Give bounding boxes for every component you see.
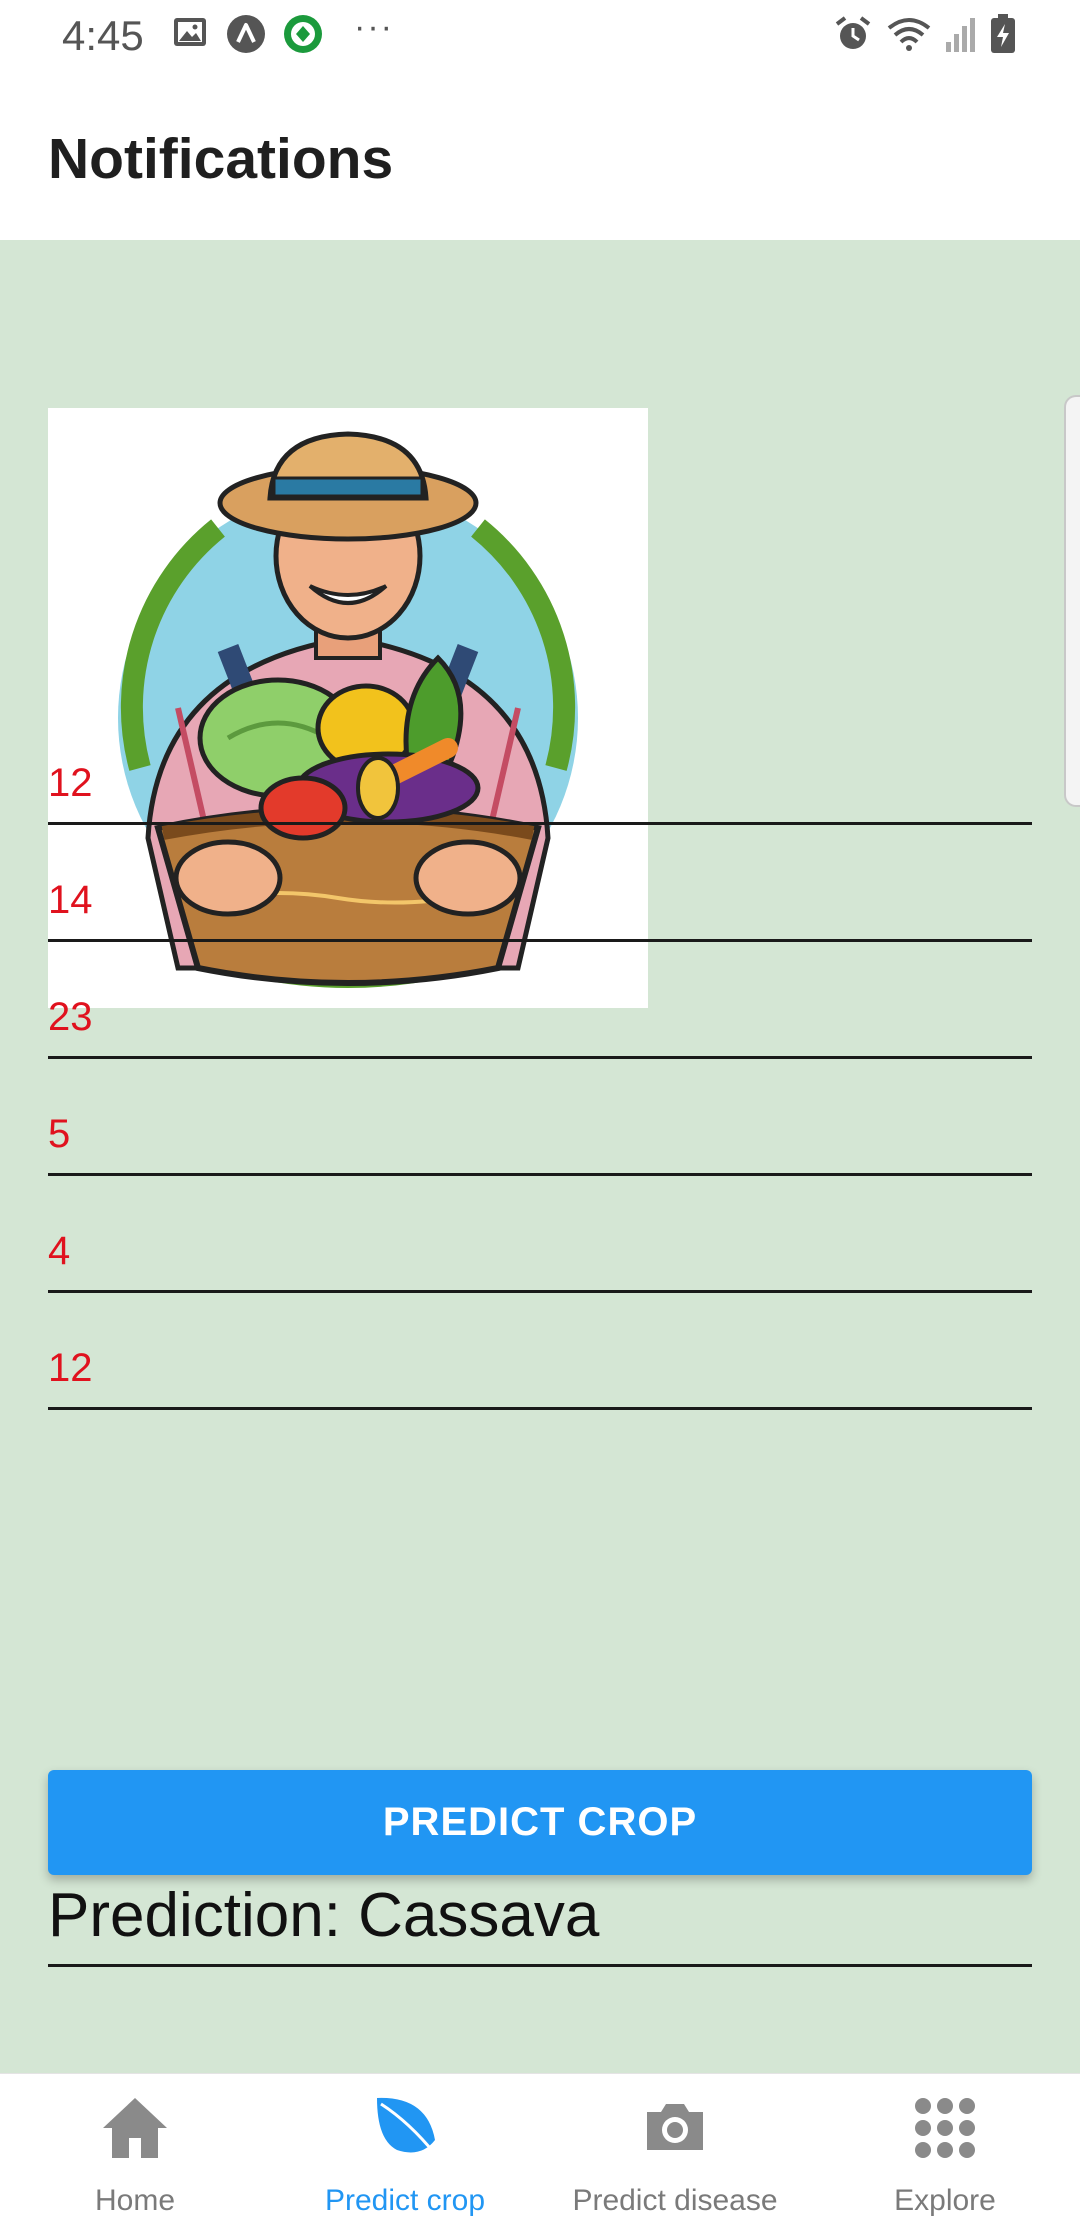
input-field-5[interactable]	[48, 1176, 1032, 1293]
prediction-text: Prediction: Cassava	[48, 1881, 600, 1950]
green-app-icon	[284, 15, 322, 53]
nav-item-predict-crop[interactable]: Predict crop	[270, 2074, 540, 2221]
gallery-icon	[174, 18, 206, 46]
battery-charging-icon	[991, 14, 1015, 53]
nav-label-home: Home	[94, 2184, 176, 2217]
signal-icon	[946, 18, 975, 52]
nav-label-explore: Explore	[894, 2184, 996, 2217]
input-field-3[interactable]	[48, 942, 1032, 1059]
predict-crop-button[interactable]: PREDICT CROP	[48, 1770, 1032, 1875]
nav-item-explore[interactable]: Explore	[810, 2074, 1080, 2221]
input-field-1[interactable]	[48, 708, 1032, 825]
number-input-5[interactable]	[48, 1229, 1032, 1274]
content-area[interactable]: PREDICT CROP Prediction: Cassava	[0, 240, 1080, 2073]
scroll-handle[interactable]	[1064, 395, 1080, 807]
wifi-icon	[887, 18, 931, 51]
nav-label-predict-disease: Predict disease	[572, 2184, 778, 2217]
leaf-icon	[377, 2097, 437, 2155]
status-bar: 4:45 ···	[0, 0, 1080, 72]
status-time: 4:45	[62, 12, 144, 59]
nav-label-predict-crop: Predict crop	[324, 2184, 486, 2217]
home-icon	[103, 2098, 167, 2158]
number-input-3[interactable]	[48, 995, 1032, 1040]
number-input-1[interactable]	[48, 761, 1032, 806]
grid-icon	[915, 2098, 975, 2158]
input-field-2[interactable]	[48, 825, 1032, 942]
app-header: Notifications	[0, 72, 1080, 240]
bottom-navigation: Home Predict crop Predict disease Explor…	[0, 2073, 1080, 2221]
input-field-6[interactable]	[48, 1293, 1032, 1410]
input-field-4[interactable]	[48, 1059, 1032, 1176]
nav-item-home[interactable]: Home	[0, 2074, 270, 2221]
number-input-4[interactable]	[48, 1112, 1032, 1157]
prediction-result: Prediction: Cassava	[48, 1880, 1032, 1967]
number-input-6[interactable]	[48, 1346, 1032, 1391]
number-input-2[interactable]	[48, 878, 1032, 923]
more-notifications-icon: ···	[354, 8, 394, 46]
camera-icon	[647, 2104, 703, 2150]
nav-item-predict-disease[interactable]: Predict disease	[540, 2074, 810, 2221]
app-notification-icon	[227, 15, 265, 53]
page-title: Notifications	[48, 127, 394, 191]
alarm-icon	[835, 16, 871, 49]
